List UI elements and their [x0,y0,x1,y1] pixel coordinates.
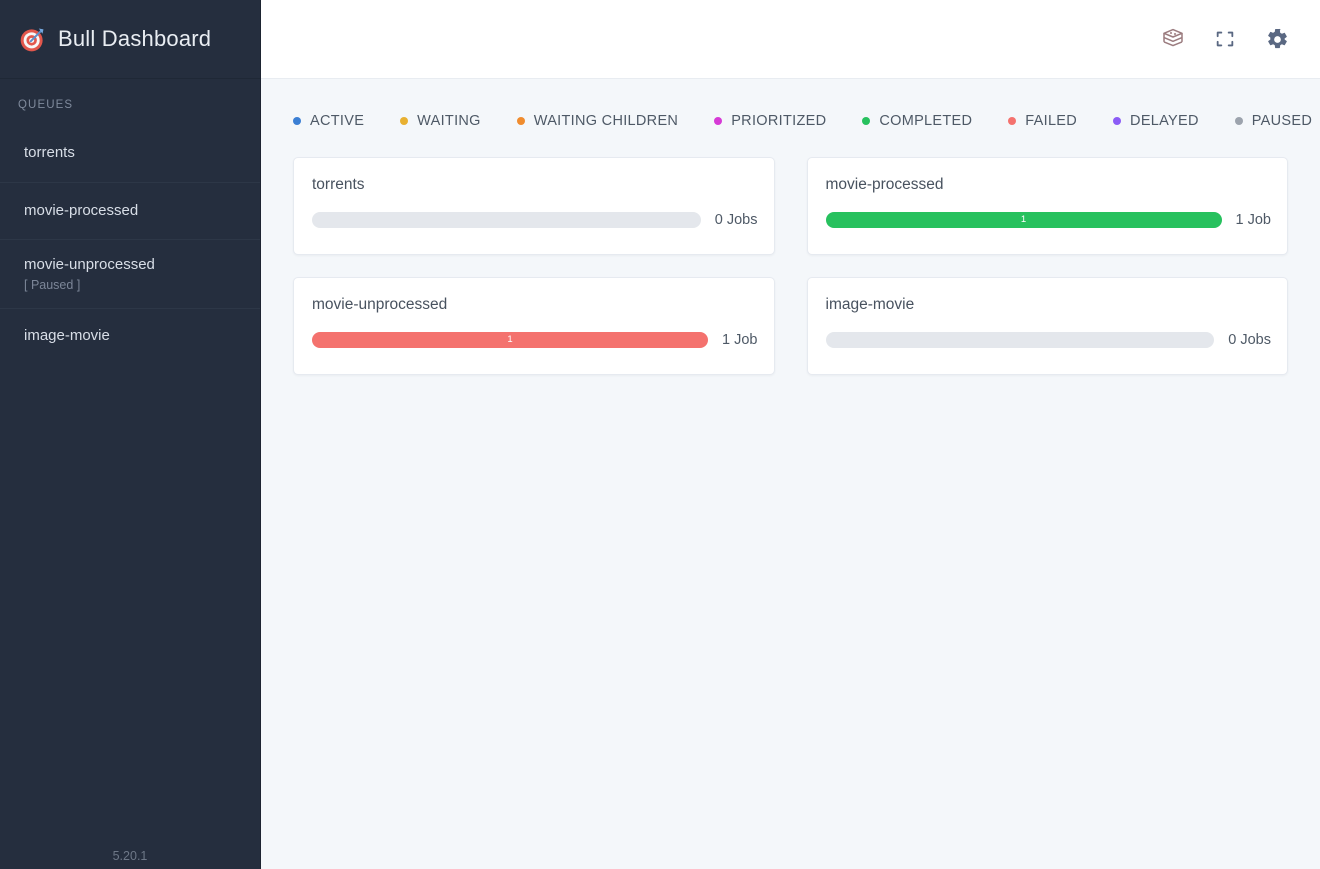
legend-dot-prioritized [714,117,723,125]
sidebar-item-torrents[interactable]: torrents [0,125,260,182]
legend-item-prioritized[interactable]: PRIORITIZED [714,113,826,129]
queue-card-image-movie[interactable]: image-movie 0 Jobs [806,277,1288,375]
queue-card-grid: torrents 0 Jobs movie-processed 1 1 Job … [293,157,1288,375]
sidebar-item-movie-processed[interactable]: movie-processed [0,182,260,239]
sidebar-item-state-badge: [ Paused ] [24,277,81,292]
queue-card-title: torrents [312,176,365,193]
sidebar-section-label: QUEUES [18,99,74,111]
top-bar [261,0,1320,79]
legend-item-failed[interactable]: FAILED [1008,113,1077,129]
legend-label-active: ACTIVE [310,113,365,129]
legend-label-completed: COMPLETED [879,113,973,129]
queue-card-title: image-movie [825,296,915,313]
app-brand[interactable]: Bull Dashboard [0,0,260,79]
legend-item-waiting[interactable]: WAITING [400,113,481,129]
legend-item-active[interactable]: ACTIVE [293,113,364,129]
progress-bar: 1 [312,332,709,348]
main-area: ACTIVE WAITING WAITING CHILDREN PRIORITI… [261,0,1320,869]
queue-card-jobs-count: 0 Jobs [1228,332,1271,348]
legend-item-paused[interactable]: PAUSED [1234,113,1313,129]
queue-card-title: movie-unprocessed [312,296,448,313]
legend-label-failed: FAILED [1025,113,1078,129]
sidebar-item-image-movie[interactable]: image-movie [0,307,260,365]
legend-label-waiting-children: WAITING CHILDREN [533,113,679,129]
legend-label-delayed: DELAYED [1130,113,1199,129]
progress-bar [825,332,1215,348]
queue-card-bar-row: 1 1 Job [825,212,1271,228]
progress-segment-completed: 1 [825,212,1222,228]
legend-item-completed[interactable]: COMPLETED [862,113,972,129]
legend-item-delayed[interactable]: DELAYED [1113,113,1199,129]
progress-bar [312,212,701,228]
legend-label-waiting: WAITING [417,113,481,129]
legend-dot-delayed [1113,117,1122,125]
queue-card-bar-row: 0 Jobs [825,332,1271,348]
status-legend: ACTIVE WAITING WAITING CHILDREN PRIORITI… [293,113,1312,129]
progress-bar: 1 [825,212,1222,228]
queue-card-movie-unprocessed[interactable]: movie-unprocessed 1 1 Job [293,277,775,375]
legend-dot-waiting [400,117,409,125]
sidebar-item-movie-unprocessed[interactable]: movie-unprocessed [ Paused ] [0,239,260,308]
progress-segment-failed: 1 [312,332,709,348]
queue-nav-list: torrents movie-processed movie-unprocess… [0,125,260,365]
sidebar-item-label: torrents [24,144,75,162]
queue-card-jobs-count: 1 Job [1235,212,1271,228]
sidebar-item-label: movie-unprocessed [24,256,155,273]
redis-layers-icon[interactable] [1160,26,1186,52]
app-version: 5.20.1 [112,849,148,863]
app-title: Bull Dashboard [58,26,212,51]
legend-dot-completed [862,117,871,125]
legend-label-prioritized: PRIORITIZED [731,113,827,129]
legend-label-paused: PAUSED [1251,113,1313,129]
queue-card-movie-processed[interactable]: movie-processed 1 1 Job [806,157,1288,255]
sidebar: Bull Dashboard QUEUES torrents movie-pro… [0,0,261,869]
legend-item-waiting-children[interactable]: WAITING CHILDREN [516,113,679,129]
queue-card-bar-row: 0 Jobs [312,212,758,228]
content-area: ACTIVE WAITING WAITING CHILDREN PRIORITI… [261,79,1320,869]
legend-dot-waiting-children [516,117,525,125]
queue-card-jobs-count: 0 Jobs [714,212,758,228]
queue-card-torrents[interactable]: torrents 0 Jobs [293,157,775,255]
queue-card-bar-row: 1 1 Job [312,332,758,348]
sidebar-item-label: movie-processed [24,201,139,219]
fullscreen-icon[interactable] [1212,26,1238,52]
legend-dot-active [293,117,301,125]
sidebar-item-label: image-movie [24,327,110,345]
legend-dot-failed [1008,117,1017,125]
queue-card-title: movie-processed [825,176,944,193]
queue-card-jobs-count: 1 Job [722,332,758,348]
gear-icon[interactable] [1264,26,1290,52]
target-dart-icon [18,25,46,53]
legend-dot-paused [1234,117,1243,125]
